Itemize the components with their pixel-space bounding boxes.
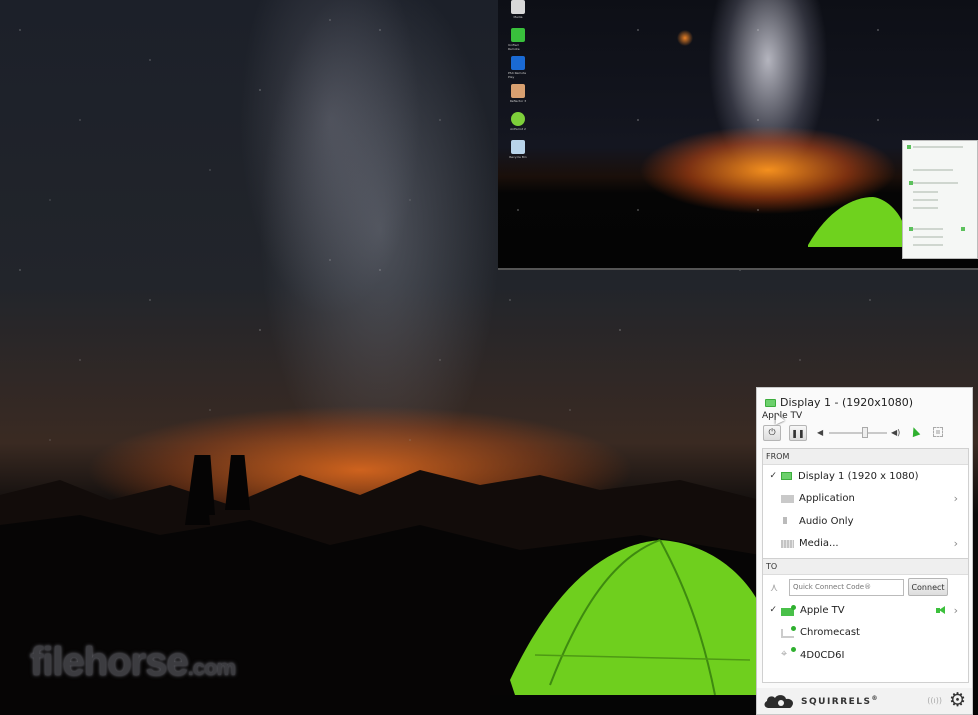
source-item-media[interactable]: Media... › bbox=[763, 533, 968, 556]
device-label: Apple TV bbox=[800, 604, 845, 616]
source-item-label: Audio Only bbox=[799, 515, 854, 527]
volume-low-icon: ◀ bbox=[817, 428, 824, 437]
destination-section-title: TO bbox=[763, 559, 968, 575]
desktop-icon-airparrot[interactable]: AirParrot 2 bbox=[508, 112, 528, 133]
watermark-tld: .com bbox=[187, 655, 236, 680]
apple-tv-icon bbox=[781, 604, 796, 616]
source-section: FROM ✓ Display 1 (1920 x 1080) Applicati… bbox=[762, 448, 969, 561]
desktop-icon-label: Reflector 3 bbox=[509, 99, 527, 103]
device-item-apple-tv[interactable]: ✓ Apple TV › bbox=[763, 599, 968, 622]
check-icon: ✓ bbox=[769, 605, 777, 616]
chromecast-icon bbox=[781, 626, 796, 639]
remote-screen-preview: Media Unified Remote PS4 Remote Play Ref… bbox=[498, 0, 978, 270]
brand-mark: ® bbox=[871, 695, 880, 702]
playback-controls: ⏻ ❚❚ ◀ ◀) bbox=[763, 425, 968, 442]
desktop-icon-media[interactable]: Media bbox=[508, 0, 528, 21]
ps4-app-icon bbox=[511, 56, 525, 70]
film-icon bbox=[781, 539, 794, 548]
tent-image bbox=[490, 539, 760, 715]
device-label: 4D0CD6I bbox=[800, 649, 845, 661]
device-item-4d0cd6i[interactable]: 4D0CD6I bbox=[763, 644, 968, 667]
audio-on-icon[interactable] bbox=[936, 606, 946, 615]
source-section-title: FROM bbox=[763, 449, 968, 465]
volume-high-icon: ◀) bbox=[891, 428, 901, 437]
desktop-icons: Media Unified Remote PS4 Remote Play Ref… bbox=[506, 0, 530, 168]
device-label: Chromecast bbox=[800, 627, 860, 639]
desktop-icon-unified-remote[interactable]: Unified Remote bbox=[508, 28, 528, 51]
display-icon bbox=[765, 398, 776, 407]
squirrels-airparrot-panel: Display 1 - (1920x1080) Apple TV ⏻ ❚❚ ◀ … bbox=[756, 387, 973, 715]
show-cursor-toggle-icon[interactable] bbox=[909, 425, 921, 438]
source-item-label: Application bbox=[799, 493, 855, 505]
source-item-display[interactable]: ✓ Display 1 (1920 x 1080) bbox=[763, 465, 968, 488]
volume-slider-handle[interactable] bbox=[861, 427, 868, 438]
chevron-right-icon: › bbox=[953, 492, 958, 506]
panel-footer: SQUIRRELS® ((ı)) ⚙ bbox=[757, 688, 972, 714]
destination-section: TO ⋏ Connect ✓ Apple TV › Chromecast 4D0… bbox=[762, 558, 969, 683]
source-item-audio-only[interactable]: Audio Only bbox=[763, 510, 968, 533]
desktop-icon-label: Unified Remote bbox=[508, 43, 520, 51]
source-item-application[interactable]: Application › bbox=[763, 488, 968, 511]
desktop-icon-recycle-bin[interactable]: Recycle Bin bbox=[508, 140, 528, 161]
desktop-icon-label: Media bbox=[513, 15, 523, 19]
desktop-icon-label: AirParrot 2 bbox=[510, 127, 526, 131]
squirrels-cloud-logo-icon bbox=[764, 695, 794, 708]
panel-header: Display 1 - (1920x1080) bbox=[765, 396, 913, 409]
source-item-label: Display 1 (1920 x 1080) bbox=[798, 470, 919, 482]
display-icon bbox=[781, 472, 792, 481]
pause-icon: ❚❚ bbox=[791, 428, 805, 438]
network-icon: ⋏ bbox=[769, 580, 779, 594]
desktop-icon-ps4-remote-play[interactable]: PS4 Remote Play bbox=[508, 56, 528, 79]
panel-title: Display 1 - (1920x1080) bbox=[780, 396, 914, 409]
squirrels-brand: SQUIRRELS® bbox=[801, 695, 879, 707]
source-item-label: Media... bbox=[799, 538, 839, 550]
device-item-chromecast[interactable]: Chromecast bbox=[763, 622, 968, 645]
speaker-icon bbox=[781, 516, 795, 526]
quick-connect-input[interactable] bbox=[789, 578, 904, 596]
mirrored-panel-thumbnail bbox=[902, 140, 978, 259]
gear-icon[interactable]: ⚙ bbox=[949, 690, 966, 710]
wireless-status-icon[interactable]: ((ı)) bbox=[927, 696, 942, 705]
chevron-right-icon: › bbox=[953, 537, 958, 551]
desktop-icon-reflector[interactable]: Reflector 3 bbox=[508, 84, 528, 105]
desktop-icon-label: PS4 Remote Play bbox=[508, 71, 527, 79]
airparrot-app-icon bbox=[511, 112, 525, 126]
desktop-icon-label: Recycle Bin bbox=[509, 155, 527, 159]
wifi-app-icon bbox=[511, 28, 525, 42]
network-device-icon bbox=[781, 646, 796, 661]
reflector-app-icon bbox=[511, 84, 525, 98]
filehorse-watermark: filehorse.com bbox=[30, 640, 236, 685]
volume-slider[interactable] bbox=[829, 427, 887, 438]
power-icon: ⏻ bbox=[768, 428, 776, 438]
power-button[interactable]: ⏻ bbox=[763, 425, 781, 441]
tent-image bbox=[808, 197, 903, 247]
application-icon bbox=[781, 494, 794, 503]
recycle-bin-icon bbox=[511, 140, 525, 154]
chevron-right-icon[interactable]: › bbox=[954, 604, 958, 617]
quick-connect-row: ⋏ Connect bbox=[763, 575, 968, 599]
pause-button[interactable]: ❚❚ bbox=[789, 425, 807, 441]
watermark-brand: filehorse bbox=[30, 640, 189, 684]
connect-button[interactable]: Connect bbox=[908, 578, 948, 596]
media-folder-icon bbox=[511, 0, 525, 14]
region-select-icon[interactable] bbox=[933, 427, 943, 437]
check-icon: ✓ bbox=[769, 471, 777, 482]
brand-text: SQUIRRELS bbox=[801, 697, 872, 707]
